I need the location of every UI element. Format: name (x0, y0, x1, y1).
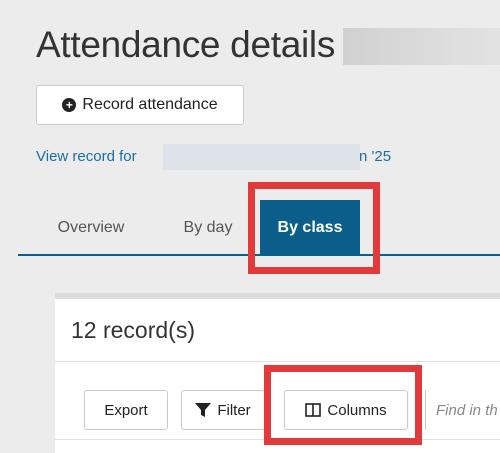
divider (55, 439, 500, 440)
view-record-suffix: n '25 (359, 148, 392, 165)
view-record-link[interactable]: View record for n '25 (36, 148, 391, 165)
columns-button[interactable]: Columns (284, 390, 408, 430)
view-record-prefix: View record for (36, 148, 137, 165)
filter-icon (195, 402, 212, 418)
filter-button[interactable]: Filter (181, 390, 265, 430)
columns-icon (305, 403, 322, 417)
page-title: Attendance details for (36, 24, 388, 65)
tab-overview[interactable]: Overview (46, 200, 136, 256)
records-panel: 12 record(s) Export Filter Columns Find … (55, 293, 500, 453)
tab-underline (18, 254, 500, 256)
tab-by-class[interactable]: By class (260, 200, 360, 256)
plus-circle-icon: + (62, 98, 77, 112)
record-attendance-label: Record attendance (82, 96, 218, 113)
redacted-name (343, 28, 500, 65)
record-count: 12 record(s) (71, 317, 195, 343)
columns-label: Columns (327, 401, 387, 419)
tab-bar: Overview By day By class (18, 200, 500, 256)
export-button[interactable]: Export (84, 390, 168, 430)
export-label: Export (104, 401, 148, 419)
redacted-link-text (163, 144, 360, 170)
filter-label: Filter (217, 401, 251, 419)
find-input[interactable]: Find in th (425, 390, 500, 430)
record-attendance-button[interactable]: + Record attendance (36, 85, 244, 125)
divider (55, 361, 500, 362)
tab-by-day[interactable]: By day (168, 200, 248, 256)
